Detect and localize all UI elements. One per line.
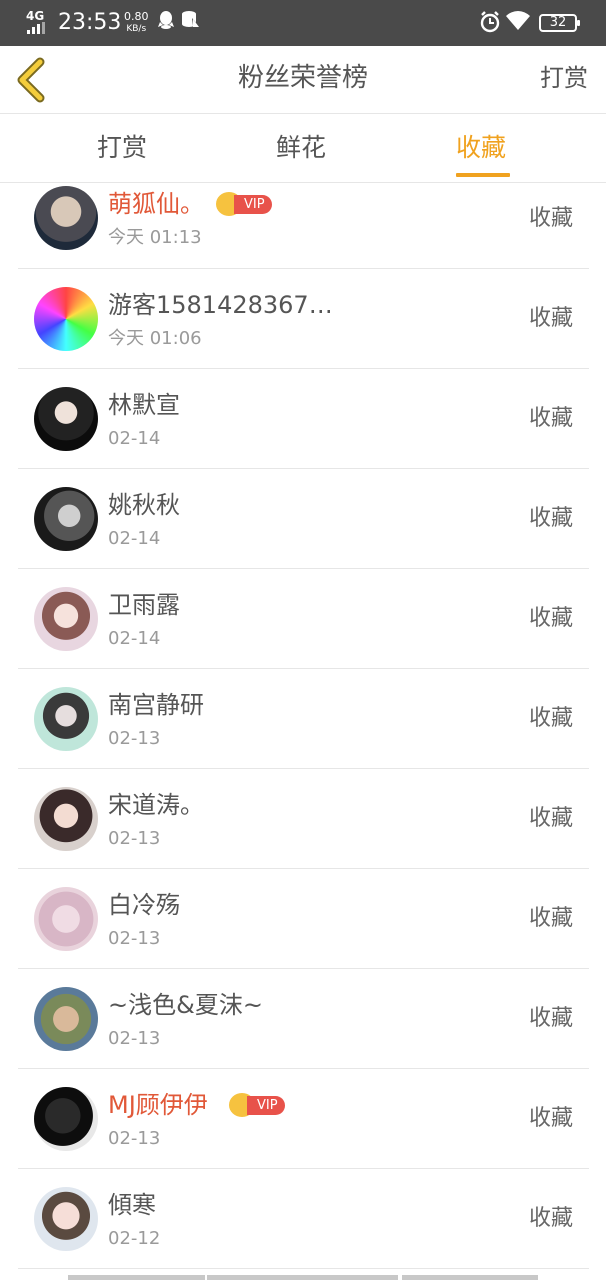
clock: 23:53	[58, 10, 122, 35]
list-item[interactable]: 卫雨露 02-14 收藏	[18, 569, 589, 669]
list-item[interactable]: 南宫静研 02-13 收藏	[18, 669, 589, 769]
user-name: 卫雨露	[108, 591, 180, 619]
active-tab-indicator	[456, 173, 510, 177]
network-speed: 0.80 KB/s	[124, 11, 149, 35]
avatar[interactable]	[34, 1187, 98, 1251]
timestamp: 02-14	[108, 428, 161, 449]
timestamp: 02-13	[108, 828, 161, 849]
storage-icon	[182, 11, 199, 27]
list-item[interactable]: 宋道涛。 02-13 收藏	[18, 769, 589, 869]
user-name: 萌狐仙。	[108, 190, 204, 218]
signal-icon	[27, 22, 49, 34]
user-name: 南宫静研	[108, 691, 204, 719]
action-label: 收藏	[528, 506, 573, 531]
timestamp: 今天 01:13	[108, 227, 202, 248]
speed-value: 0.80	[124, 10, 149, 23]
user-name: 姚秋秋	[108, 491, 180, 519]
user-name: MJ顾伊伊	[108, 1091, 208, 1119]
avatar[interactable]	[34, 1087, 98, 1151]
timestamp: 02-13	[108, 1128, 161, 1149]
action-label: 收藏	[528, 606, 573, 631]
status-bar: 4G 23:53 0.80 KB/s 32	[0, 0, 606, 46]
action-label: 收藏	[528, 206, 573, 231]
bottom-bar-segment	[207, 1275, 398, 1280]
avatar[interactable]	[34, 487, 98, 551]
list-item[interactable]: 傾寒 02-12 收藏	[18, 1169, 589, 1269]
avatar[interactable]	[34, 186, 98, 250]
action-label: 收藏	[528, 306, 573, 331]
tab-bar: 打赏 鲜花 收藏	[0, 115, 606, 183]
wifi-icon	[506, 11, 530, 30]
fan-list: 萌狐仙。 VIP 今天 01:13 收藏 游客1581428367… 今天 01…	[18, 184, 589, 1280]
action-label: 收藏	[528, 1106, 573, 1131]
list-item[interactable]: 游客1581428367… 今天 01:06 收藏	[18, 269, 589, 369]
bottom-bar-segment	[402, 1275, 538, 1280]
timestamp: 02-14	[108, 628, 161, 649]
action-label: 收藏	[528, 906, 573, 931]
avatar[interactable]	[34, 987, 98, 1051]
tab-flowers[interactable]: 鲜花	[276, 131, 326, 165]
tab-favorites[interactable]: 收藏	[456, 131, 506, 165]
vip-label: VIP	[234, 195, 272, 214]
action-label: 收藏	[528, 1206, 573, 1231]
list-item[interactable]: ~浅色&夏沫~ 02-13 收藏	[18, 969, 589, 1069]
list-item[interactable]: MJ顾伊伊 VIP 02-13 收藏	[18, 1069, 589, 1169]
action-label: 收藏	[528, 406, 573, 431]
user-name: 傾寒	[108, 1191, 156, 1219]
timestamp: 02-13	[108, 1028, 161, 1049]
list-item[interactable]: 萌狐仙。 VIP 今天 01:13 收藏	[18, 184, 589, 269]
user-name: 宋道涛。	[108, 791, 204, 819]
top-nav-bar: 粉丝荣誉榜 打赏	[0, 46, 606, 114]
battery-indicator: 32	[539, 14, 580, 32]
avatar[interactable]	[34, 687, 98, 751]
action-label: 收藏	[528, 806, 573, 831]
user-name: 白冷殇	[108, 891, 180, 919]
bottom-bar-segment	[68, 1275, 205, 1280]
timestamp: 02-13	[108, 728, 161, 749]
timestamp: 今天 01:06	[108, 328, 202, 349]
avatar[interactable]	[34, 587, 98, 651]
qq-icon	[158, 11, 174, 29]
avatar[interactable]	[34, 287, 98, 351]
avatar[interactable]	[34, 387, 98, 451]
user-name: 游客1581428367…	[108, 291, 333, 319]
avatar[interactable]	[34, 887, 98, 951]
list-item[interactable]: 姚秋秋 02-14 收藏	[18, 469, 589, 569]
list-item[interactable]: 白冷殇 02-13 收藏	[18, 869, 589, 969]
timestamp: 02-13	[108, 928, 161, 949]
timestamp: 02-14	[108, 528, 161, 549]
speed-unit: KB/s	[126, 24, 147, 34]
reward-button[interactable]: 打赏	[540, 60, 588, 96]
network-type: 4G	[26, 9, 45, 23]
user-name: ~浅色&夏沫~	[108, 991, 263, 1019]
avatar[interactable]	[34, 787, 98, 851]
tab-reward[interactable]: 打赏	[97, 131, 147, 165]
timestamp: 02-12	[108, 1228, 161, 1249]
alarm-icon	[480, 11, 500, 33]
list-item[interactable]: 林默宣 02-14 收藏	[18, 369, 589, 469]
page-title: 粉丝荣誉榜	[237, 63, 368, 93]
action-label: 收藏	[528, 1006, 573, 1031]
user-name: 林默宣	[108, 391, 180, 419]
vip-label: VIP	[247, 1096, 285, 1115]
action-label: 收藏	[528, 706, 573, 731]
